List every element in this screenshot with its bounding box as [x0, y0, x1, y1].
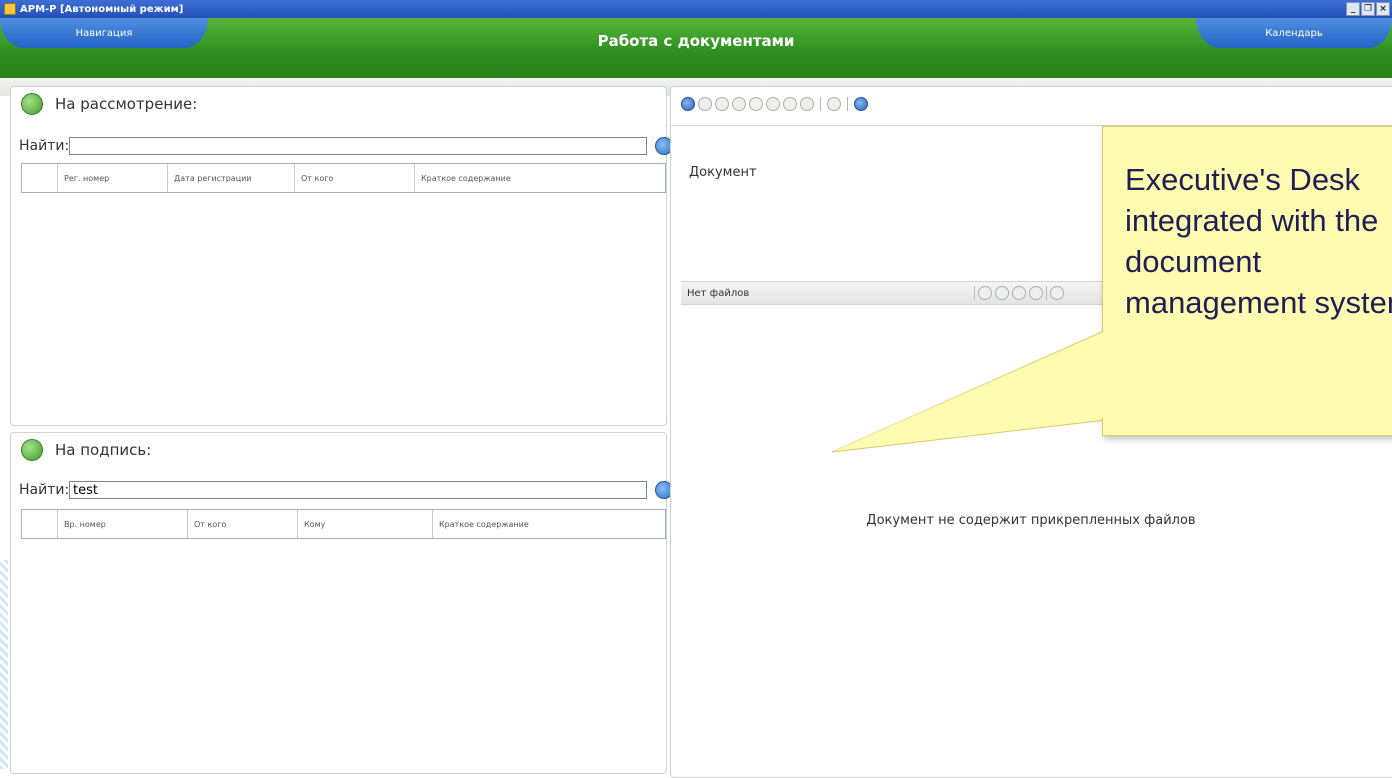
toolbar-icon[interactable]	[732, 97, 746, 111]
decorative-stripe	[0, 560, 8, 769]
sign-search-row: Найти:	[19, 481, 673, 499]
toolbar-separator	[847, 97, 848, 111]
back-icon[interactable]	[681, 97, 695, 111]
toolbar-icon[interactable]	[800, 97, 814, 111]
sign-search-input[interactable]	[69, 481, 647, 499]
file-action-icon[interactable]	[1029, 286, 1043, 300]
dropdown-icon[interactable]	[698, 97, 712, 111]
review-table-header: Рег. номер Дата регистрации От кого Крат…	[21, 163, 666, 193]
toolbar-icon[interactable]	[783, 97, 797, 111]
sign-table-header: Вр. номер От кого Кому Краткое содержани…	[21, 509, 666, 539]
window-title-bar: АРМ-Р [Автономный режим] _ ❐ ×	[0, 0, 1392, 18]
column-header[interactable]: Краткое содержание	[415, 164, 665, 192]
review-panel-header: На рассмотрение:	[21, 93, 197, 115]
column-header[interactable]: Вр. номер	[58, 510, 188, 538]
toolbar-separator	[820, 97, 821, 111]
column-header[interactable]: Краткое содержание	[433, 510, 665, 538]
stamp-icon[interactable]	[715, 97, 729, 111]
column-header[interactable]: Дата регистрации	[168, 164, 295, 192]
toolbar-icon[interactable]	[766, 97, 780, 111]
toolbar-separator	[1046, 286, 1047, 300]
row-selector-column[interactable]	[22, 164, 58, 192]
file-action-icon[interactable]	[995, 286, 1009, 300]
file-action-icon[interactable]	[1050, 286, 1064, 300]
app-icon	[4, 3, 16, 15]
file-action-icon[interactable]	[1012, 286, 1026, 300]
sign-search-label: Найти:	[19, 482, 70, 498]
minimize-button[interactable]: _	[1346, 2, 1360, 16]
review-search-input[interactable]	[69, 137, 647, 155]
review-panel: На рассмотрение: Найти: Рег. номер Дата …	[10, 86, 673, 426]
sign-panel-header: На подпись:	[21, 439, 151, 461]
sign-panel: На подпись: Найти: Вр. номер От кого Ком…	[10, 432, 673, 774]
toolbar-separator	[974, 286, 975, 300]
document-label: Документ	[689, 165, 757, 180]
calendar-tab[interactable]: Календарь	[1196, 18, 1392, 48]
column-header[interactable]: От кого	[188, 510, 298, 538]
window-title: АРМ-Р [Автономный режим]	[20, 3, 184, 15]
page-title: Работа с документами	[597, 32, 795, 50]
sign-panel-title: На подпись:	[55, 441, 152, 459]
signature-icon	[21, 439, 43, 461]
document-toolbar	[681, 97, 868, 111]
review-search-row: Найти:	[19, 137, 673, 155]
close-button[interactable]: ×	[1376, 2, 1390, 16]
review-search-label: Найти:	[19, 138, 70, 154]
inbox-icon	[21, 93, 43, 115]
maximize-button[interactable]: ❐	[1361, 2, 1375, 16]
help-icon[interactable]	[854, 97, 868, 111]
file-action-icon[interactable]	[978, 286, 992, 300]
toolbar-icon[interactable]	[827, 97, 841, 111]
window-controls: _ ❐ ×	[1346, 2, 1390, 16]
review-panel-title: На рассмотрение:	[55, 95, 198, 113]
column-header[interactable]: От кого	[295, 164, 415, 192]
annotation-callout: Executive's Desk integrated with the doc…	[1102, 126, 1392, 436]
row-selector-column[interactable]	[22, 510, 58, 538]
empty-files-message: Документ не содержит прикрепленных файло…	[866, 513, 1196, 528]
toolbar-icon[interactable]	[749, 97, 763, 111]
files-label: Нет файлов	[687, 287, 750, 299]
app-header: Навигация Работа с документами Календарь	[0, 18, 1392, 96]
column-header[interactable]: Рег. номер	[58, 164, 168, 192]
column-header[interactable]: Кому	[298, 510, 433, 538]
callout-text: Executive's Desk integrated with the doc…	[1125, 162, 1392, 320]
